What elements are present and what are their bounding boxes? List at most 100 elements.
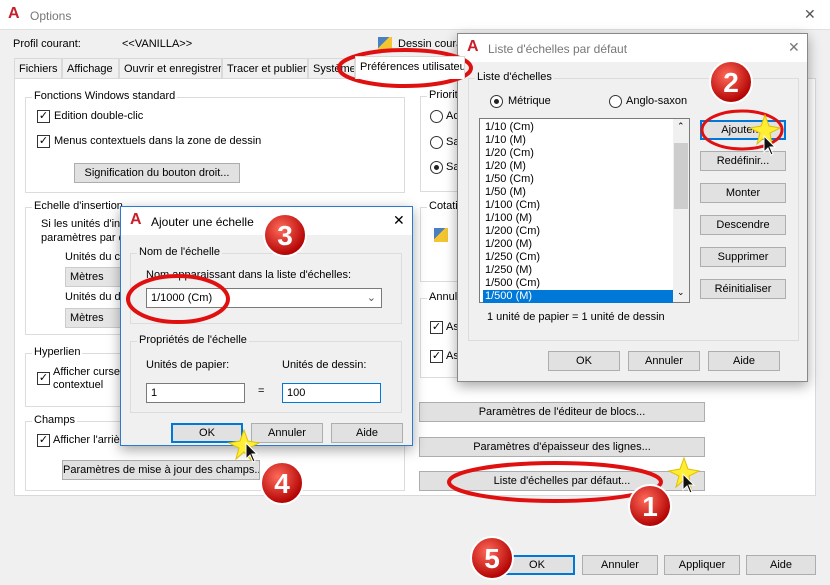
scale-list-item[interactable]: 1/10 (M)	[483, 134, 673, 147]
add-ok-button[interactable]: OK	[171, 423, 243, 443]
close-icon[interactable]: ✕	[804, 6, 816, 23]
scale-list-item[interactable]: 1/500 (Cm)	[483, 277, 673, 290]
dimension-icon	[434, 228, 448, 242]
fields-checkbox[interactable]: ✓	[37, 434, 50, 447]
double-click-checkbox[interactable]: ✓	[37, 110, 50, 123]
scale-name-combobox[interactable]: 1/1000 (Cm) ⌄	[146, 288, 382, 308]
dimension-group: Cotatio	[420, 200, 466, 282]
field-update-button[interactable]: Paramètres de mise à jour des champs...	[62, 460, 260, 480]
undo-checkbox-1[interactable]: ✓	[430, 321, 443, 334]
double-click-label: Edition double-clic	[54, 110, 144, 122]
add-cancel-button[interactable]: Annuler	[251, 423, 323, 443]
scroll-up-icon[interactable]: ⌃	[677, 121, 685, 132]
paper-units-input[interactable]: 1	[146, 383, 245, 403]
insert-text-2: paramètres par d	[41, 232, 125, 244]
add-scale-dialog: A Ajouter une échelle ✕ Nom de l'échelle…	[120, 206, 413, 446]
target-units-select[interactable]: Mètres	[65, 308, 125, 328]
scale-list-item[interactable]: 1/20 (Cm)	[483, 147, 673, 160]
context-menu-label: Menus contextuels dans la zone de dessin	[54, 135, 262, 147]
group-label: Hyperlien	[32, 346, 83, 358]
block-editor-button[interactable]: Paramètres de l'éditeur de blocs...	[419, 402, 705, 422]
fields-label: Afficher l'arrière	[53, 434, 130, 446]
scale-cancel-button[interactable]: Annuler	[628, 351, 700, 371]
source-units-select[interactable]: Mètres	[65, 267, 125, 287]
imperial-label: Anglo-saxon	[626, 95, 688, 107]
close-icon[interactable]: ✕	[788, 39, 800, 56]
hyperlink-label-2: contextuel	[53, 379, 104, 391]
group-label: Propriétés de l'échelle	[137, 334, 249, 346]
priority-radio-3[interactable]	[430, 161, 443, 174]
reset-button[interactable]: Réinitialiser	[700, 279, 786, 299]
delete-button[interactable]: Supprimer	[700, 247, 786, 267]
target-units-label: Unités du de	[65, 291, 127, 303]
scale-name-label: Nom apparaissant dans la liste d'échelle…	[146, 269, 352, 281]
hyperlink-label-1: Afficher curseur	[53, 366, 130, 378]
priority-radio-1[interactable]	[430, 110, 443, 123]
group-label: Champs	[32, 414, 77, 426]
tab-system[interactable]: Système	[308, 58, 355, 79]
autocad-logo-icon: A	[8, 5, 20, 22]
add-scale-button[interactable]: Ajouter...	[700, 120, 786, 140]
hyperlink-checkbox[interactable]: ✓	[37, 372, 50, 385]
context-menu-checkbox[interactable]: ✓	[37, 135, 50, 148]
scale-list-item[interactable]: 1/20 (M)	[483, 160, 673, 173]
profile-value: <<VANILLA>>	[122, 38, 193, 50]
group-label: Nom de l'échelle	[137, 246, 222, 258]
add-help-button[interactable]: Aide	[331, 423, 403, 443]
close-icon[interactable]: ✕	[393, 212, 405, 229]
autocad-logo-icon: A	[467, 38, 479, 55]
drawing-icon	[378, 37, 392, 51]
move-down-button[interactable]: Descendre	[700, 215, 786, 235]
drawing-units-input[interactable]: 100	[282, 383, 381, 403]
source-units-label: Unités du co	[65, 251, 127, 263]
drawing-units-label: Unités de dessin:	[282, 359, 367, 371]
redefine-button[interactable]: Redéfinir...	[700, 151, 786, 171]
tab-display[interactable]: Affichage	[62, 58, 119, 79]
title-bar	[0, 0, 830, 30]
equals-sign: =	[258, 385, 265, 397]
profile-label: Profil courant:	[13, 38, 81, 50]
scale-list-item[interactable]: 1/100 (Cm)	[483, 199, 673, 212]
group-label: Echelle d'insertion	[32, 200, 125, 212]
scale-ratio-text: 1 unité de papier = 1 unité de dessin	[487, 311, 665, 323]
scale-list-item[interactable]: 1/200 (Cm)	[483, 225, 673, 238]
metric-label: Métrique	[508, 95, 551, 107]
apply-button[interactable]: Appliquer	[664, 555, 740, 575]
right-click-button[interactable]: Signification du bouton droit...	[74, 163, 240, 183]
lineweight-button[interactable]: Paramètres d'épaisseur des lignes...	[419, 437, 705, 457]
scrollbar-thumb[interactable]	[674, 143, 688, 209]
ok-button[interactable]: OK	[499, 555, 575, 575]
scale-list-item[interactable]: 1/50 (M)	[483, 186, 673, 199]
tab-open-save[interactable]: Ouvrir et enregistrer	[119, 58, 222, 79]
scale-listbox[interactable]: 1/10 (Cm) 1/10 (M) 1/20 (Cm) 1/20 (M) 1/50 (…	[479, 118, 690, 303]
default-scale-list-button[interactable]: Liste d'échelles par défaut...	[419, 471, 705, 491]
scale-list-item[interactable]: 1/500 (M)	[483, 290, 673, 303]
help-button[interactable]: Aide	[746, 555, 816, 575]
imperial-radio[interactable]	[609, 95, 622, 108]
scrollbar[interactable]: ⌃ ⌄	[673, 119, 689, 302]
scale-list-item[interactable]: 1/50 (Cm)	[483, 173, 673, 186]
group-label: Liste d'échelles	[475, 71, 554, 83]
window-title: Options	[30, 9, 72, 23]
priority-radio-2[interactable]	[430, 136, 443, 149]
chevron-down-icon[interactable]: ⌄	[367, 289, 376, 307]
scale-list-item[interactable]: 1/250 (M)	[483, 264, 673, 277]
scale-help-button[interactable]: Aide	[708, 351, 780, 371]
undo-checkbox-2[interactable]: ✓	[430, 350, 443, 363]
tab-plot-publish[interactable]: Tracer et publier	[222, 58, 308, 79]
metric-radio[interactable]	[490, 95, 503, 108]
scale-list-item[interactable]: 1/250 (Cm)	[483, 251, 673, 264]
autocad-logo-icon: A	[130, 211, 142, 228]
cancel-button[interactable]: Annuler	[582, 555, 658, 575]
scale-ok-button[interactable]: OK	[548, 351, 620, 371]
scale-list-item[interactable]: 1/100 (M)	[483, 212, 673, 225]
tab-files[interactable]: Fichiers	[14, 58, 62, 79]
move-up-button[interactable]: Monter	[700, 183, 786, 203]
insert-text-1: Si les unités d'ins	[41, 218, 126, 230]
scroll-down-icon[interactable]: ⌄	[677, 287, 685, 298]
dialog-title: Liste d'échelles par défaut	[488, 42, 628, 56]
step-number: 5	[484, 543, 500, 574]
scale-list-item[interactable]: 1/10 (Cm)	[483, 121, 673, 134]
tab-user-preferences[interactable]: Préférences utilisateur	[355, 56, 465, 79]
scale-list-item[interactable]: 1/200 (M)	[483, 238, 673, 251]
